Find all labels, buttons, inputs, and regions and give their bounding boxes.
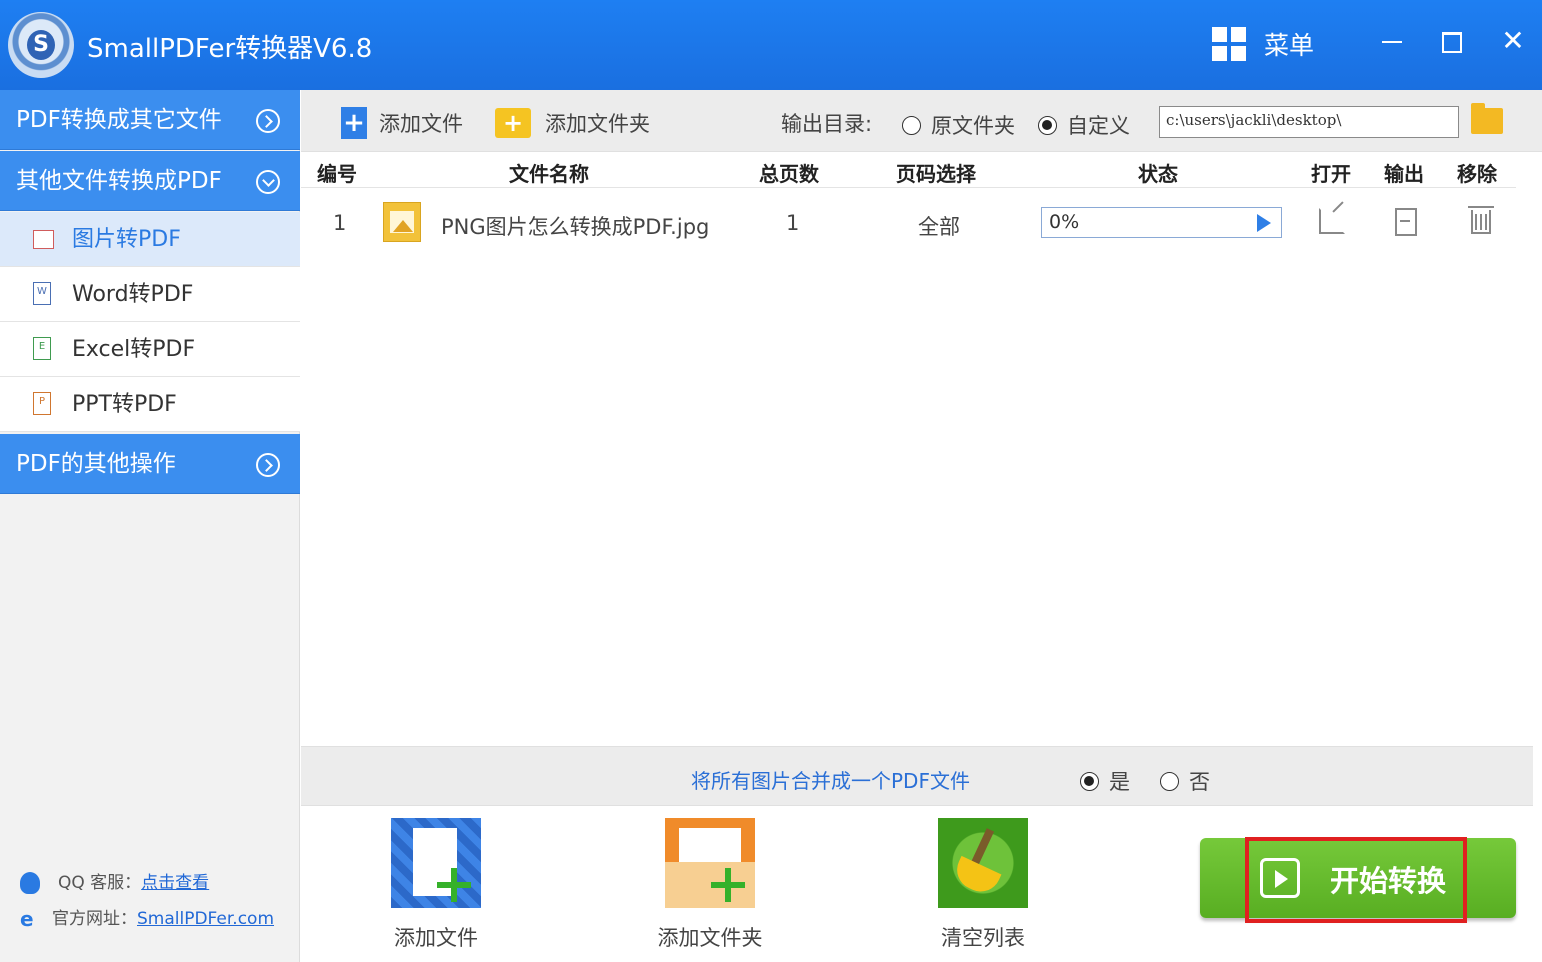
chevron-down-icon	[256, 170, 280, 194]
official-site-link[interactable]: SmallPDFer.com	[137, 909, 274, 929]
logo-letter: S	[27, 30, 55, 60]
qq-support-link[interactable]: 点击查看	[141, 873, 209, 893]
sidebar-section-label: PDF的其他操作	[16, 451, 176, 477]
close-icon[interactable]: ✕	[1493, 24, 1533, 60]
sidebar-section-pdf-other-ops[interactable]: PDF的其他操作	[0, 434, 300, 494]
qq-support-label: QQ 客服：	[58, 873, 142, 893]
row-filename: PNG图片怎么转换成PDF.jpg	[441, 215, 710, 239]
highlight-box	[1245, 837, 1467, 923]
sidebar-item-label: Word转PDF	[72, 282, 194, 307]
qq-icon	[20, 872, 40, 894]
col-remove: 移除	[1457, 162, 1497, 186]
row-pages: 1	[786, 211, 800, 235]
big-add-folder-label: 添加文件夹	[657, 926, 763, 950]
add-folder-icon: +	[495, 108, 531, 138]
maximize-icon[interactable]	[1431, 24, 1471, 60]
big-add-file-button[interactable]: 添加文件	[366, 818, 506, 952]
qq-support: QQ 客服：点击查看	[20, 868, 209, 894]
file-table-header: 编号 文件名称 总页数 页码选择 状态 打开 输出 移除	[301, 152, 1516, 188]
menu-button[interactable]: 菜单	[1212, 24, 1314, 64]
row-progress-bar: 0%	[1041, 207, 1282, 238]
radio-label: 原文件夹	[931, 114, 1015, 138]
sidebar-item-ppt-to-pdf[interactable]: P PPT转PDF	[0, 377, 300, 432]
excel-file-icon: E	[33, 337, 51, 360]
col-filename: 文件名称	[509, 162, 589, 186]
toolbar: + 添加文件 + 添加文件夹 输出目录: 原文件夹 自定义 c:\users\j…	[301, 90, 1542, 152]
radio-label: 自定义	[1067, 114, 1130, 138]
row-number: 1	[333, 211, 347, 235]
title-bar: S SmallPDFer转换器V6.8 菜单 ✕	[0, 0, 1542, 90]
add-folder-button[interactable]: + 添加文件夹	[495, 106, 650, 140]
chevron-right-icon	[256, 109, 280, 133]
col-output: 输出	[1384, 162, 1424, 186]
sidebar-item-label: Excel转PDF	[72, 337, 196, 362]
folder-browse-icon[interactable]	[1471, 103, 1503, 134]
image-file-icon	[383, 202, 421, 242]
grid-menu-icon	[1212, 27, 1246, 61]
add-file-icon: +	[341, 107, 367, 139]
add-folder-large-icon	[665, 818, 755, 908]
minimize-icon[interactable]	[1372, 24, 1412, 60]
ppt-file-icon: P	[33, 392, 51, 415]
sidebar-section-label: 其他文件转换成PDF	[16, 168, 222, 194]
radio-merge-no[interactable]: 否	[1160, 766, 1210, 796]
sidebar-item-label: 图片转PDF	[72, 227, 181, 252]
sidebar-item-label: PPT转PDF	[72, 392, 177, 417]
app-title: SmallPDFer转换器V6.8	[87, 34, 373, 64]
sidebar-item-image-to-pdf[interactable]: 图片转PDF	[0, 212, 300, 267]
official-site-label: 官方网址：	[52, 909, 137, 929]
col-open: 打开	[1311, 162, 1351, 186]
play-icon[interactable]	[1257, 214, 1271, 232]
radio-merge-yes[interactable]: 是	[1080, 766, 1130, 796]
radio-label: 否	[1189, 770, 1210, 794]
add-folder-label: 添加文件夹	[545, 112, 650, 136]
output-dir-label: 输出目录:	[781, 112, 873, 136]
radio-circle	[902, 115, 921, 135]
big-add-file-label: 添加文件	[394, 926, 478, 950]
add-file-button[interactable]: + 添加文件	[341, 106, 463, 140]
output-path-input[interactable]: c:\users\jackli\desktop\	[1159, 106, 1459, 138]
table-row[interactable]: 1 PNG图片怎么转换成PDF.jpg 1 全部 0%	[301, 196, 1516, 252]
radio-label: 是	[1109, 770, 1130, 794]
official-site: e 官方网址：SmallPDFer.com	[20, 904, 274, 929]
sidebar-section-pdf-to-other[interactable]: PDF转换成其它文件	[0, 90, 300, 150]
clear-list-label: 清空列表	[941, 926, 1025, 950]
sidebar-item-word-to-pdf[interactable]: W Word转PDF	[0, 267, 300, 322]
radio-circle	[1160, 771, 1179, 791]
broom-icon	[938, 818, 1028, 908]
clear-list-button[interactable]: 清空列表	[913, 818, 1053, 952]
big-add-folder-button[interactable]: 添加文件夹	[640, 818, 780, 952]
sidebar-section-other-to-pdf[interactable]: 其他文件转换成PDF	[0, 151, 300, 211]
radio-circle-selected	[1080, 771, 1099, 791]
merge-label: 将所有图片合并成一个PDF文件	[691, 769, 970, 793]
menu-label: 菜单	[1264, 31, 1315, 60]
image-file-icon	[33, 230, 54, 249]
sidebar-item-excel-to-pdf[interactable]: E Excel转PDF	[0, 322, 300, 377]
chevron-right-icon	[256, 453, 280, 477]
word-file-icon: W	[33, 282, 51, 305]
col-status: 状态	[1138, 162, 1178, 186]
add-file-label: 添加文件	[379, 112, 463, 136]
sidebar: PDF转换成其它文件 其他文件转换成PDF 图片转PDF W Word转PDF …	[0, 90, 300, 962]
col-pages: 总页数	[759, 162, 819, 186]
open-external-icon[interactable]	[1319, 208, 1345, 234]
radio-custom-folder[interactable]: 自定义	[1038, 110, 1130, 140]
add-file-large-icon	[391, 818, 481, 908]
col-number: 编号	[317, 162, 357, 186]
trash-icon[interactable]	[1468, 206, 1494, 234]
row-progress-text: 0%	[1049, 211, 1080, 233]
app-logo-icon: S	[8, 12, 74, 78]
row-page-range[interactable]: 全部	[918, 211, 960, 241]
merge-option-bar: 将所有图片合并成一个PDF文件 是 否	[301, 746, 1533, 806]
browser-icon: e	[20, 907, 34, 931]
radio-source-folder[interactable]: 原文件夹	[902, 110, 1015, 140]
output-icon[interactable]	[1395, 208, 1417, 236]
radio-circle-selected	[1038, 115, 1057, 135]
sidebar-section-label: PDF转换成其它文件	[16, 107, 222, 133]
col-page-range: 页码选择	[896, 162, 976, 186]
